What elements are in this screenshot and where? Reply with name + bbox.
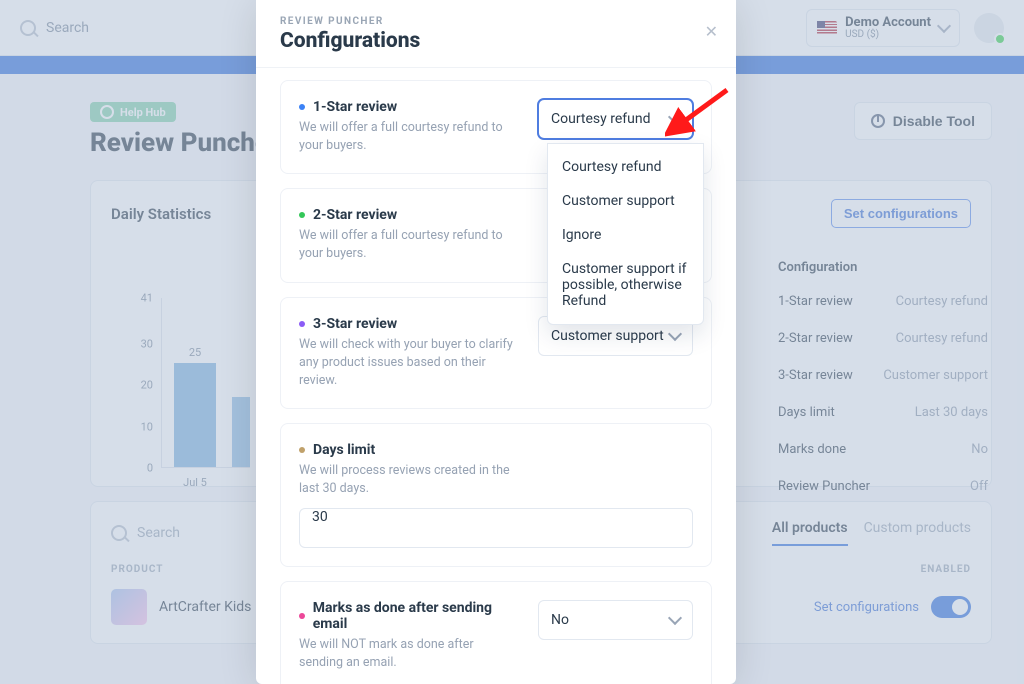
config-select[interactable]: No: [538, 600, 693, 640]
status-dot-icon: [299, 104, 305, 110]
status-dot-icon: [299, 321, 305, 327]
status-dot-icon: [299, 212, 305, 218]
config-card-title: Marks as done after sending email: [313, 600, 520, 632]
close-icon[interactable]: ✕: [705, 22, 718, 41]
modal-kicker: Review Puncher: [280, 16, 712, 27]
config-card-desc: We will offer a full courtesy refund to …: [299, 119, 520, 155]
dropdown-menu: Courtesy refundCustomer supportIgnoreCus…: [547, 143, 704, 325]
dropdown-option[interactable]: Courtesy refund: [548, 150, 703, 184]
config-card-title: 1-Star review: [313, 99, 397, 115]
config-card-title: 2-Star review: [313, 207, 397, 223]
dropdown-option[interactable]: Customer support: [548, 184, 703, 218]
status-dot-icon: [299, 613, 305, 619]
config-card-desc: We will offer a full courtesy refund to …: [299, 227, 529, 263]
config-card-title: 3-Star review: [313, 316, 397, 332]
config-card: Days limit We will process reviews create…: [280, 423, 712, 567]
dropdown-option[interactable]: Ignore: [548, 218, 703, 252]
modal-title: Configurations: [280, 29, 712, 53]
configurations-modal: Review Puncher Configurations ✕ 1-Star r…: [256, 0, 736, 684]
config-card-desc: We will check with your buyer to clarify…: [299, 336, 520, 390]
dropdown-option[interactable]: Customer support if possible, otherwise …: [548, 252, 703, 318]
chevron-down-icon: [668, 110, 682, 124]
chevron-down-icon: [668, 326, 682, 340]
config-card: Marks as done after sending email We will…: [280, 581, 712, 684]
chevron-down-icon: [668, 611, 682, 625]
config-card-desc: We will process reviews created in the l…: [299, 462, 529, 498]
config-card-title: Days limit: [313, 442, 375, 458]
days-limit-input[interactable]: 30: [299, 508, 693, 548]
status-dot-icon: [299, 447, 305, 453]
config-select[interactable]: Courtesy refund: [538, 99, 693, 139]
config-card-desc: We will NOT mark as done after sending a…: [299, 636, 520, 672]
